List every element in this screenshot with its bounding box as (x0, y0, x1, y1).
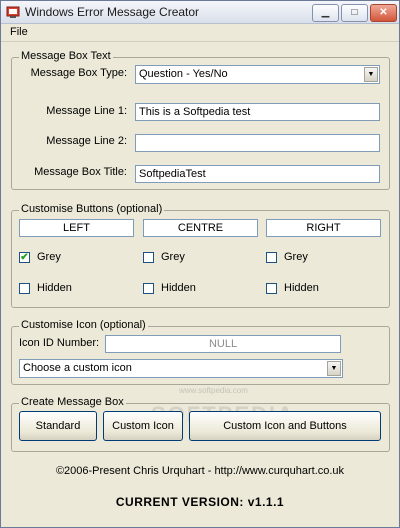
grey-left-label: Grey (37, 251, 61, 263)
message-line-2-label: Message Line 2: (46, 135, 127, 147)
message-box-type-label: Message Box Type: (30, 67, 127, 79)
message-line-2-input[interactable] (135, 134, 380, 152)
hidden-centre-label: Hidden (161, 282, 196, 294)
message-line-1-input[interactable]: This is a Softpedia test (135, 103, 380, 121)
grey-left-checkbox[interactable]: ✔ (19, 252, 30, 263)
message-box-text-legend: Message Box Text (19, 50, 113, 62)
message-box-title-label: Message Box Title: (34, 166, 127, 178)
chevron-down-icon[interactable]: ▼ (364, 67, 378, 82)
minimize-button[interactable]: ▁ (312, 4, 339, 22)
custom-icon-button[interactable]: Custom Icon (103, 411, 183, 441)
close-button[interactable]: ✕ (370, 4, 397, 22)
create-message-box-legend: Create Message Box (19, 396, 126, 408)
icon-id-input[interactable]: NULL (105, 335, 341, 353)
hidden-left-label: Hidden (37, 282, 72, 294)
message-box-type-value: Question - Yes/No (139, 68, 228, 80)
grey-right-checkbox[interactable] (266, 252, 277, 263)
customise-icon-legend: Customise Icon (optional) (19, 319, 148, 331)
left-button-input[interactable]: LEFT (19, 219, 134, 237)
app-window: Windows Error Message Creator ▁ □ ✕ File… (0, 0, 400, 528)
icon-id-label: Icon ID Number: (19, 337, 100, 349)
custom-icon-select[interactable]: Choose a custom icon ▼ (19, 359, 343, 378)
grey-centre-checkbox[interactable] (143, 252, 154, 263)
message-box-type-select[interactable]: Question - Yes/No ▼ (135, 65, 380, 84)
softpedia-watermark-url: www.softpedia.com (179, 386, 248, 395)
hidden-right-checkbox[interactable] (266, 283, 277, 294)
chevron-down-icon[interactable]: ▼ (327, 361, 341, 376)
customise-buttons-legend: Customise Buttons (optional) (19, 203, 165, 215)
grey-centre-label: Grey (161, 251, 185, 263)
version-text: CURRENT VERSION: v1.1.1 (115, 495, 285, 509)
maximize-button[interactable]: □ (341, 4, 368, 22)
standard-button[interactable]: Standard (19, 411, 97, 441)
app-icon (6, 6, 20, 18)
custom-icon-and-buttons-button[interactable]: Custom Icon and Buttons (189, 411, 381, 441)
menu-bar: File (1, 24, 399, 42)
centre-button-input[interactable]: CENTRE (143, 219, 258, 237)
copyright-text: ©2006-Present Chris Urquhart - http://ww… (55, 465, 345, 477)
hidden-centre-checkbox[interactable] (143, 283, 154, 294)
message-box-title-input[interactable]: SoftpediaTest (135, 165, 380, 183)
grey-right-label: Grey (284, 251, 308, 263)
custom-icon-value: Choose a custom icon (23, 362, 132, 374)
window-title: Windows Error Message Creator (25, 5, 200, 19)
message-line-1-label: Message Line 1: (46, 105, 127, 117)
menu-file[interactable]: File (10, 26, 28, 38)
title-bar[interactable]: Windows Error Message Creator ▁ □ ✕ (1, 1, 399, 24)
hidden-right-label: Hidden (284, 282, 319, 294)
right-button-input[interactable]: RIGHT (266, 219, 381, 237)
hidden-left-checkbox[interactable] (19, 283, 30, 294)
